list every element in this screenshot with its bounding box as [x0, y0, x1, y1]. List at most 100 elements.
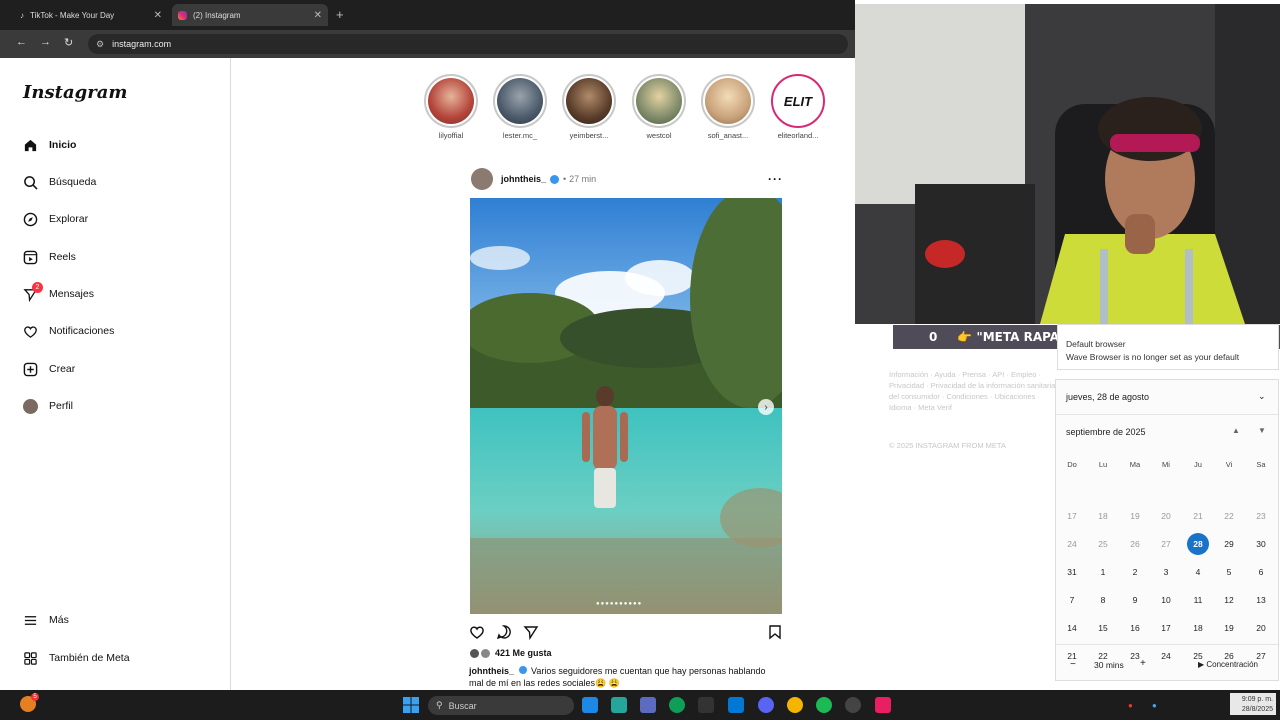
sidebar-item-crear[interactable]: Crear [22, 359, 75, 379]
calendar-day[interactable]: 1 [1092, 561, 1114, 583]
calendar-day[interactable]: 9 [1124, 589, 1146, 611]
post-author-avatar[interactable] [471, 168, 493, 190]
calendar-day[interactable]: 6 [1250, 561, 1272, 583]
taskbar-search[interactable]: ⚲ Buscar [428, 696, 574, 715]
discord-icon[interactable] [758, 697, 774, 713]
calendar-day[interactable]: 2 [1124, 561, 1146, 583]
post-username[interactable]: johntheis_ [501, 174, 546, 184]
decrease-focus-button[interactable]: − [1070, 659, 1076, 670]
edge-icon[interactable] [669, 697, 685, 713]
tab-tiktok[interactable]: ♪ TikTok - Make Your Day ✕ [14, 4, 168, 26]
microphone-icon[interactable]: ● [1152, 701, 1157, 710]
selected-date[interactable]: jueves, 28 de agosto [1066, 392, 1149, 402]
calendar-day[interactable]: 25 [1092, 533, 1114, 555]
sidebar-item-perfil[interactable]: Perfil [22, 396, 73, 416]
calendar-day[interactable]: 17 [1061, 505, 1083, 527]
calendar-day[interactable]: 17 [1155, 617, 1177, 639]
calendar-day[interactable]: 31 [1061, 561, 1083, 583]
calendar-day[interactable]: 11 [1187, 589, 1209, 611]
calendar-day[interactable]: 27 [1155, 533, 1177, 555]
chevron-down-icon[interactable]: ⌄ [1258, 391, 1266, 402]
close-icon[interactable]: ✕ [314, 10, 322, 21]
more-options-icon[interactable]: ··· [768, 172, 783, 186]
calendar-day[interactable]: 28 [1187, 533, 1209, 555]
calendar-day[interactable]: 29 [1218, 533, 1240, 555]
sidebar-item-tambien-de-meta[interactable]: También de Meta [22, 648, 130, 668]
calendar-day[interactable]: 30 [1250, 533, 1272, 555]
calendar-day[interactable]: 5 [1218, 561, 1240, 583]
game-icon[interactable] [698, 697, 714, 713]
obs-icon[interactable] [845, 697, 861, 713]
copilot-icon[interactable] [582, 697, 598, 713]
tab-instagram[interactable]: (2) Instagram ✕ [172, 4, 328, 26]
previous-month-icon[interactable]: ▲ [1232, 426, 1240, 435]
post-time[interactable]: 27 min [569, 174, 596, 184]
sidebar-item-explorar[interactable]: Explorar [22, 209, 88, 229]
story-item[interactable]: yeimberst... [559, 74, 619, 140]
month-label[interactable]: septiembre de 2025 [1066, 427, 1146, 437]
forward-button[interactable]: → [40, 36, 51, 48]
increase-focus-button[interactable]: + [1140, 658, 1146, 669]
calendar-day[interactable]: 20 [1155, 505, 1177, 527]
spotify-icon[interactable] [816, 697, 832, 713]
calendar-day[interactable]: 24 [1155, 645, 1177, 667]
caption-username[interactable]: johntheis_ [469, 666, 514, 676]
teams-icon[interactable] [640, 697, 656, 713]
calendar-day[interactable]: 20 [1250, 617, 1272, 639]
instagram-logo[interactable]: Instagram [23, 82, 127, 103]
story-item[interactable]: westcol [629, 74, 689, 140]
next-month-icon[interactable]: ▼ [1258, 426, 1266, 435]
calendar-day[interactable]: 22 [1218, 505, 1240, 527]
sidebar-item-mas[interactable]: Más [22, 610, 69, 630]
sidebar-item-inicio[interactable]: Inicio [22, 135, 76, 155]
sidebar-item-notificaciones[interactable]: Notificaciones [22, 321, 114, 341]
new-tab-button[interactable]: + [336, 7, 344, 22]
story-item[interactable]: sofi_anast... [698, 74, 758, 140]
calendar-day[interactable]: 23 [1250, 505, 1272, 527]
calendar-day[interactable]: 16 [1124, 617, 1146, 639]
calendar-day[interactable]: 12 [1218, 589, 1240, 611]
sidebar-item-reels[interactable]: Reels [22, 247, 76, 267]
likes-count[interactable]: 421 Me gusta [470, 648, 552, 658]
close-icon[interactable]: ✕ [154, 10, 162, 21]
footer-links[interactable]: Información · Ayuda · Prensa · API · Emp… [889, 369, 1059, 413]
default-browser-notification[interactable]: Default browser Wave Browser is no longe… [1057, 324, 1279, 370]
calendar-day[interactable]: 19 [1124, 505, 1146, 527]
story-item[interactable]: lester.mc_ [490, 74, 550, 140]
chrome-icon[interactable] [787, 697, 803, 713]
share-icon[interactable] [523, 624, 539, 641]
sidebar-item-busqueda[interactable]: Búsqueda [22, 172, 96, 192]
outlook-icon[interactable] [728, 697, 744, 713]
sidebar-item-mensajes[interactable]: 2 Mensajes [22, 281, 94, 304]
calendar-day[interactable]: 19 [1218, 617, 1240, 639]
tray-icon[interactable]: ● [1128, 701, 1133, 710]
story-item[interactable]: lilyoffial [421, 74, 481, 140]
bookmark-icon[interactable] [767, 624, 783, 640]
calendar-day[interactable]: 13 [1250, 589, 1272, 611]
tiktok-icon[interactable] [875, 697, 891, 713]
calendar-day[interactable]: 26 [1124, 533, 1146, 555]
url-field[interactable]: ⚙ instagram.com [88, 34, 848, 54]
post-image[interactable] [470, 198, 782, 614]
windows-start-icon[interactable] [403, 697, 419, 713]
calendar-day[interactable]: 18 [1092, 505, 1114, 527]
calendar-day[interactable]: 15 [1092, 617, 1114, 639]
back-button[interactable]: ← [16, 36, 27, 48]
site-info-icon[interactable]: ⚙ [96, 39, 104, 50]
app-icon[interactable] [611, 697, 627, 713]
focus-button[interactable]: ▶ Concentración [1198, 660, 1258, 669]
like-icon[interactable] [469, 624, 485, 640]
reload-button[interactable]: ↻ [64, 36, 73, 49]
calendar-day[interactable]: 18 [1187, 617, 1209, 639]
calendar-day[interactable]: 10 [1155, 589, 1177, 611]
calendar-day[interactable]: 14 [1061, 617, 1083, 639]
calendar-day[interactable]: 3 [1155, 561, 1177, 583]
calendar-day[interactable]: 24 [1061, 533, 1083, 555]
system-clock[interactable]: 9:09 p. m. 28/8/2025 [1230, 693, 1276, 715]
story-item[interactable]: ELIT eliteorland... [768, 74, 828, 140]
calendar-day[interactable]: 4 [1187, 561, 1209, 583]
comment-icon[interactable] [496, 624, 512, 640]
calendar-day[interactable]: 21 [1187, 505, 1209, 527]
calendar-day[interactable]: 8 [1092, 589, 1114, 611]
calendar-day[interactable]: 7 [1061, 589, 1083, 611]
